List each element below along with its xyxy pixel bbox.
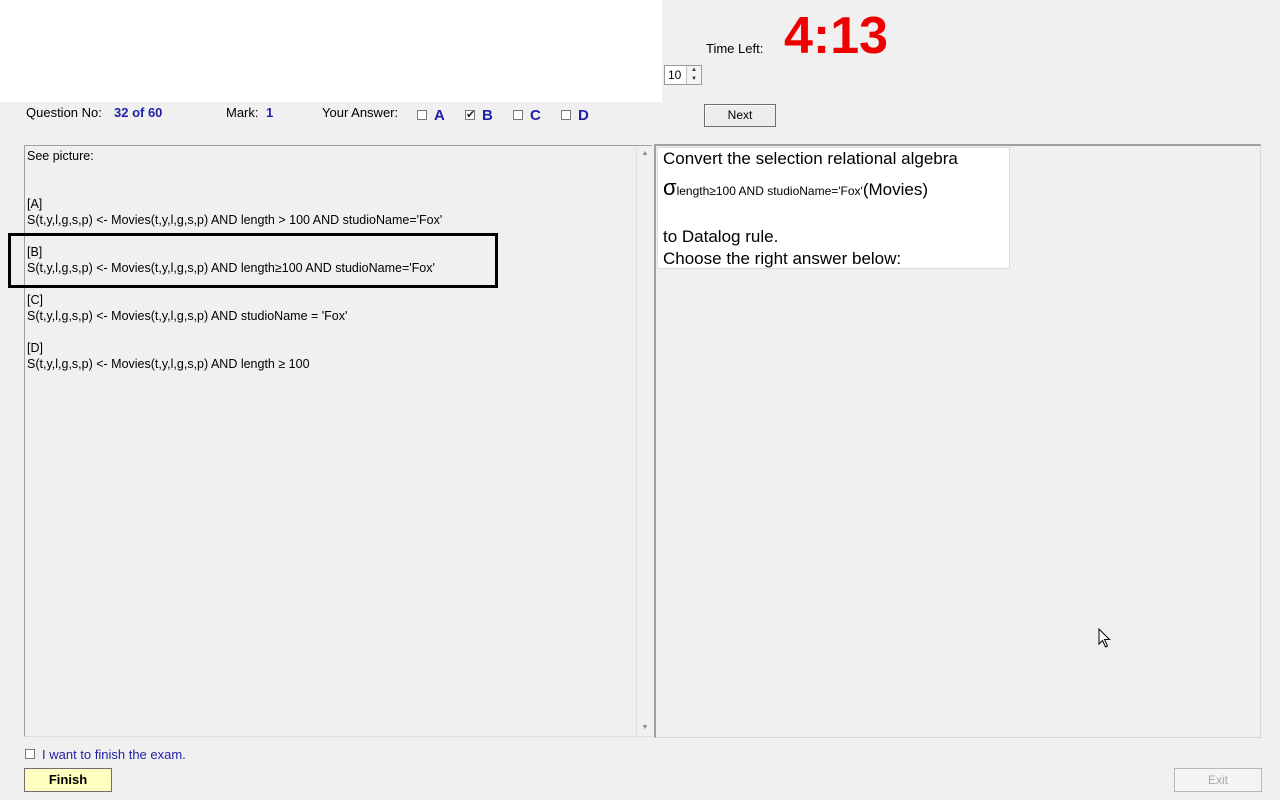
choice-d-text: S(t,y,l,g,s,p) <- Movies(t,y,l,g,s,p) AN… — [27, 357, 310, 371]
header-blank-panel — [0, 0, 662, 102]
next-button[interactable]: Next — [704, 104, 776, 127]
spin-up-icon[interactable]: ▲ — [687, 66, 701, 75]
question-pane-scrollbar[interactable]: ▲ ▼ — [636, 146, 652, 736]
finish-exam-label: I want to finish the exam. — [42, 747, 186, 762]
picture-expression: σlength≥100 AND studioName='Fox'(Movies) — [663, 175, 928, 201]
exit-button[interactable]: Exit — [1174, 768, 1262, 792]
choice-a-tag: [A] — [27, 197, 43, 211]
answer-checkbox-c[interactable] — [513, 110, 523, 120]
spin-down-icon[interactable]: ▼ — [687, 75, 701, 84]
choice-d-tag: [D] — [27, 341, 43, 355]
choice-c-tag: [C] — [27, 293, 43, 307]
answer-checkbox-a[interactable] — [417, 110, 427, 120]
question-no-value: 32 of 60 — [114, 105, 163, 120]
selection-condition: length≥100 AND studioName='Fox' — [676, 184, 863, 198]
mark-value: 1 — [266, 105, 274, 120]
countdown-timer: 4:13 — [784, 7, 889, 65]
answer-letter-b: B — [482, 107, 493, 124]
relation-name: (Movies) — [862, 180, 929, 199]
choice-c-text: S(t,y,l,g,s,p) <- Movies(t,y,l,g,s,p) AN… — [27, 309, 348, 323]
time-left-label: Time Left: — [706, 41, 764, 56]
spinner-arrows: ▲ ▼ — [686, 66, 701, 84]
finish-exam-checkbox[interactable] — [25, 749, 35, 759]
finish-button[interactable]: Finish — [24, 768, 112, 792]
font-size-value: 10 — [668, 68, 682, 82]
scroll-down-icon[interactable]: ▼ — [637, 720, 653, 736]
scroll-up-icon[interactable]: ▲ — [637, 146, 653, 162]
answer-letter-c: C — [530, 107, 541, 124]
answer-letter-d: D — [578, 107, 589, 124]
mouse-cursor-icon — [1098, 628, 1111, 648]
font-size-spinner[interactable]: 10 ▲ ▼ — [664, 65, 702, 85]
picture-line-3: to Datalog rule. — [663, 227, 779, 246]
your-answer-label: Your Answer: — [322, 105, 399, 120]
picture-line-4: Choose the right answer below: — [663, 249, 902, 268]
picture-line-1: Convert the selection relational algebra — [663, 149, 958, 168]
question-no-label: Question No: — [26, 105, 102, 120]
choice-a-text: S(t,y,l,g,s,p) <- Movies(t,y,l,g,s,p) AN… — [27, 213, 443, 227]
mark-label: Mark: — [226, 105, 259, 120]
answer-checkbox-d[interactable] — [561, 110, 571, 120]
answer-checkbox-b[interactable] — [465, 108, 475, 121]
choice-b-highlight-box — [8, 233, 498, 288]
answer-letter-a: A — [434, 107, 445, 124]
question-intro: See picture: — [27, 149, 94, 163]
sigma-symbol: σ — [663, 175, 677, 200]
